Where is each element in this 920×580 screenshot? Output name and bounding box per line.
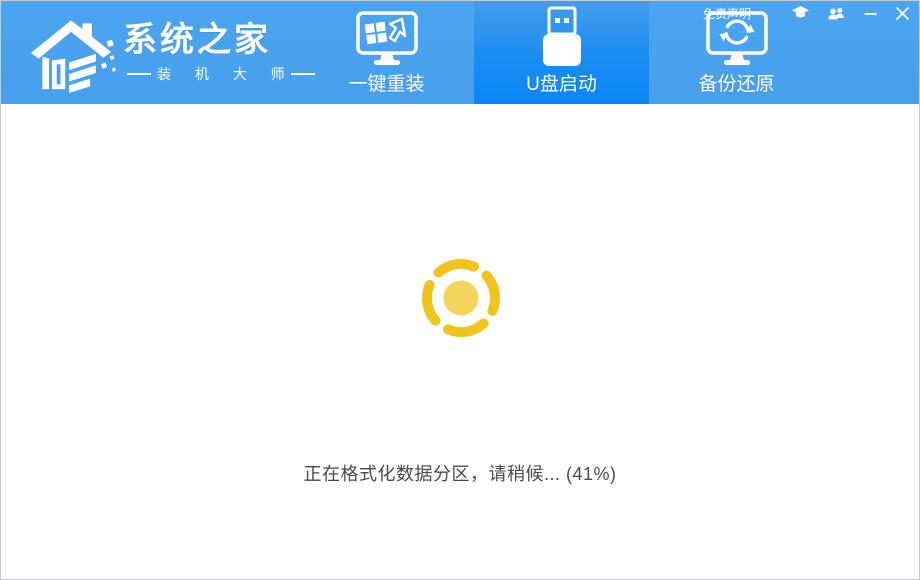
disclaimer-link[interactable]: 免责声明	[703, 5, 751, 22]
tab-one-key-reinstall[interactable]: 一键重装	[299, 1, 474, 104]
brand-text: 系统之家 装 机 大 师	[123, 18, 315, 84]
app-title: 系统之家	[123, 21, 271, 59]
status-text: 正在格式化数据分区，请稍候... (41%)	[303, 464, 617, 484]
app-window: 系统之家 装 机 大 师 一键重装 U盘启动 备份还原 免责声明 正在格式化数据…	[0, 0, 920, 580]
usb-drive-icon	[542, 6, 581, 66]
app-subtitle: 装 机 大 师	[123, 64, 315, 84]
subtitle-left-dash	[127, 73, 151, 75]
loading-spinner-icon	[422, 259, 500, 337]
graduation-cap-icon[interactable]	[792, 5, 809, 21]
monitor-windows-cursor-icon	[355, 11, 418, 65]
tab-label-usb-boot: U盘启动	[526, 74, 597, 95]
main-content: 正在格式化数据分区，请稍候... (41%)	[1, 104, 919, 579]
brand: 系统之家 装 机 大 师	[23, 9, 315, 93]
users-icon[interactable]	[828, 5, 845, 21]
app-header: 系统之家 装 机 大 师 一键重装 U盘启动 备份还原 免责声明	[1, 1, 919, 104]
tab-usb-boot[interactable]: U盘启动	[474, 1, 649, 104]
titlebar-controls: 免责声明	[703, 5, 909, 21]
app-subtitle-label: 装 机 大 师	[157, 66, 295, 82]
tab-label-one-key-reinstall: 一键重装	[348, 74, 425, 95]
tab-label-backup-restore: 备份还原	[698, 74, 775, 95]
house-logo-icon	[30, 20, 117, 93]
close-icon[interactable]	[896, 5, 909, 21]
minimize-icon[interactable]	[864, 5, 877, 21]
